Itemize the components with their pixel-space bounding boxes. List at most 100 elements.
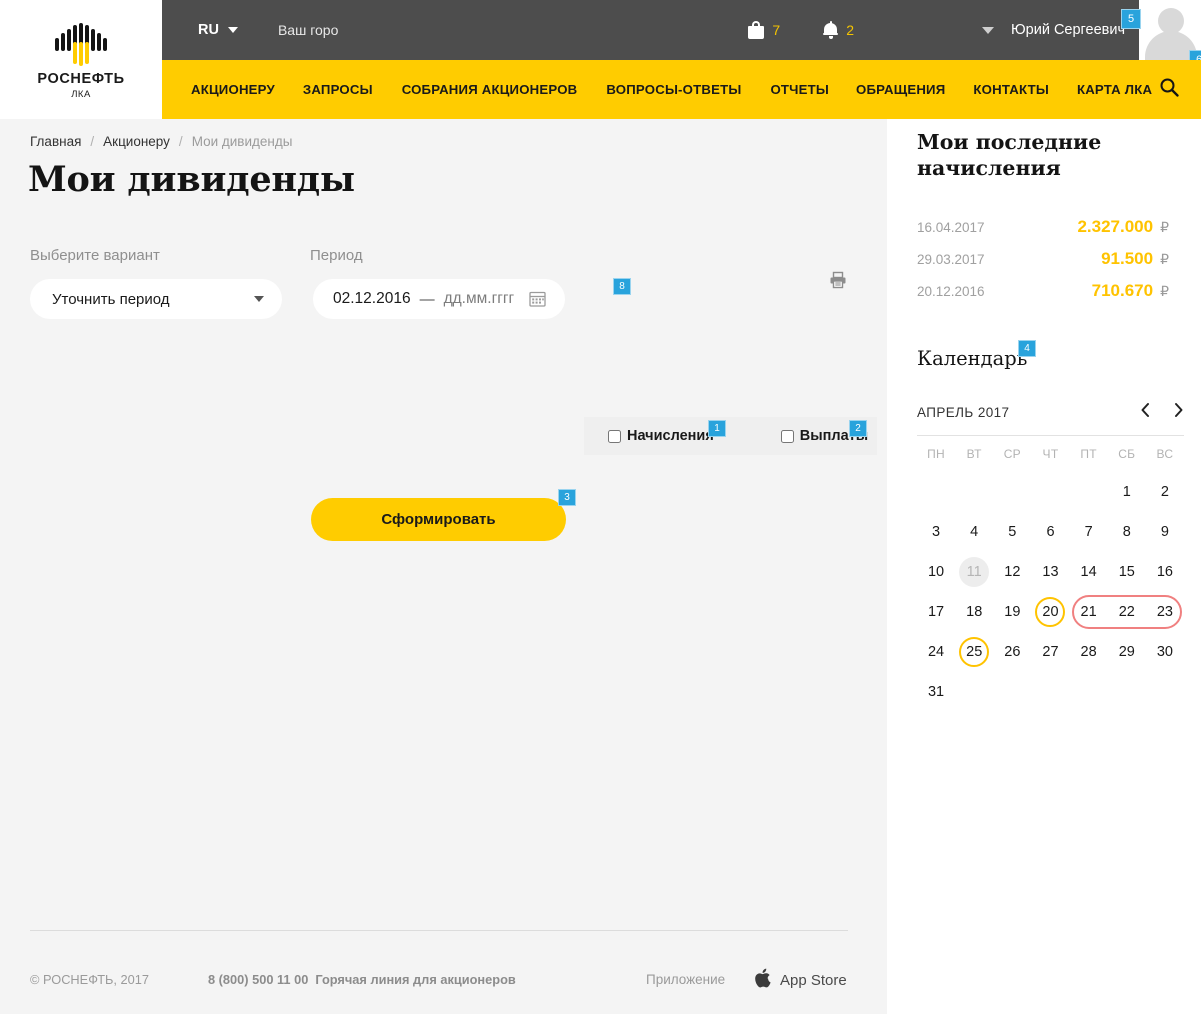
breadcrumb-current: Мои дивиденды	[191, 134, 293, 149]
nav-item-0[interactable]: АКЦИОНЕРУ	[191, 82, 275, 97]
calendar-day[interactable]: 6	[1031, 512, 1069, 552]
footer-hotline: Горячая линия для акционеров	[315, 972, 516, 987]
accruals-title: Мои последние начисления	[917, 130, 1102, 181]
calendar-day-number: 19	[1004, 604, 1021, 620]
calendar-dow: СБ	[1118, 447, 1136, 461]
calendar-day[interactable]: 16	[1146, 552, 1184, 592]
calendar-dow-row: ПН ВТ СР ЧТ ПТ СБ ВС	[917, 436, 1184, 472]
breadcrumb-separator: /	[178, 134, 183, 149]
calendar-day-number: 24	[927, 644, 945, 660]
calendar-day[interactable]: 13	[1031, 552, 1069, 592]
calendar-day-number: 5	[1008, 524, 1017, 540]
calendar-day[interactable]: 30	[1146, 632, 1184, 672]
accrual-date: 29.03.2017	[917, 251, 985, 267]
calendar-day[interactable]: 17	[917, 592, 955, 632]
calendar-day[interactable]: 18	[955, 592, 993, 632]
calendar-day[interactable]: 22	[1108, 592, 1146, 632]
badge-1: 1	[708, 420, 726, 437]
nav-item-2[interactable]: СОБРАНИЯ АКЦИОНЕРОВ	[402, 82, 578, 97]
bell-icon	[823, 21, 839, 39]
type-filter-panel: Начисления Выплаты	[584, 417, 877, 455]
calendar-day-number: 7	[1084, 524, 1093, 540]
nav-item-3[interactable]: ВОПРОСЫ-ОТВЕТЫ	[606, 82, 741, 97]
app-store-link[interactable]: App Store	[754, 968, 847, 993]
generate-button[interactable]: Сформировать	[311, 498, 566, 541]
apple-icon	[754, 968, 771, 993]
app-store-label: App Store	[780, 972, 847, 989]
calendar-day-number: 4	[970, 524, 979, 540]
calendar-day[interactable]: 12	[993, 552, 1031, 592]
notifications-button[interactable]: 2	[823, 21, 854, 39]
footer-copyright: © РОСНЕФТЬ, 2017	[30, 972, 150, 987]
calendar-day[interactable]: 29	[1108, 632, 1146, 672]
calendar-day[interactable]: 8	[1108, 512, 1146, 552]
variant-select[interactable]: Уточнить период	[30, 279, 282, 319]
chevron-left-icon[interactable]	[1140, 402, 1151, 423]
calendar-header: АПРЕЛЬ 2017	[917, 397, 1184, 427]
breadcrumb-level2[interactable]: Акционеру	[103, 134, 170, 149]
nav-item-6[interactable]: КОНТАКТЫ	[973, 82, 1049, 97]
basket-button[interactable]: 7	[748, 21, 780, 39]
accrual-row[interactable]: 16.04.2017 2.327.000 ₽	[917, 211, 1169, 243]
calendar-widget: АПРЕЛЬ 2017 ПН ВТ СР ЧТ ПТ СБ ВС 1 2 3 4 5 6 7 8 9 10 11…	[917, 397, 1184, 712]
currency-symbol: ₽	[1160, 282, 1169, 299]
date-to-placeholder[interactable]: дд.мм.гггг	[444, 290, 515, 308]
date-from[interactable]: 02.12.2016	[333, 290, 411, 308]
calendar-day-number: 30	[1156, 644, 1173, 660]
calendar-day[interactable]: 31	[917, 672, 955, 712]
calendar-month-label: АПРЕЛЬ 2017	[917, 404, 1010, 420]
calendar-day-number: 28	[1080, 644, 1097, 660]
calendar-day-number: 23	[1156, 604, 1173, 620]
footer-phone[interactable]: 8 (800) 500 11 00	[208, 972, 308, 987]
calendar-day[interactable]: 2	[1146, 472, 1184, 512]
accrual-row[interactable]: 20.12.2016 710.670 ₽	[917, 275, 1169, 307]
calendar-day-number: 31	[927, 684, 945, 700]
badge-5: 5	[1121, 9, 1141, 29]
logo[interactable]: РОСНЕФТЬ ЛКА	[0, 0, 162, 119]
calendar-day[interactable]: 14	[1070, 552, 1108, 592]
calendar-day[interactable]: 28	[1070, 632, 1108, 672]
nav-item-1[interactable]: ЗАПРОСЫ	[303, 82, 373, 97]
search-icon[interactable]	[1159, 77, 1179, 102]
logo-wordmark: РОСНЕФТЬ	[37, 70, 125, 87]
calendar-day[interactable]: 11	[955, 552, 993, 592]
badge-3: 3	[558, 489, 576, 506]
calendar-day[interactable]: 5	[993, 512, 1031, 552]
calendar-day[interactable]: 7	[1070, 512, 1108, 552]
calendar-day[interactable]: 25	[955, 632, 993, 672]
calendar-day[interactable]: 10	[917, 552, 955, 592]
city-selector[interactable]: Ваш горо	[278, 22, 338, 38]
calendar-day[interactable]: 27	[1031, 632, 1069, 672]
main-navigation: АКЦИОНЕРУ ЗАПРОСЫ СОБРАНИЯ АКЦИОНЕРОВ ВО…	[162, 60, 1201, 119]
calendar-day[interactable]: 24	[917, 632, 955, 672]
language-label: RU	[198, 22, 219, 38]
calendar-day[interactable]: 3	[917, 512, 955, 552]
calendar-day[interactable]: 15	[1108, 552, 1146, 592]
accrual-date: 16.04.2017	[917, 219, 985, 235]
printer-icon[interactable]	[829, 271, 847, 294]
accrual-row[interactable]: 29.03.2017 91.500 ₽	[917, 243, 1169, 275]
nav-item-5[interactable]: ОБРАЩЕНИЯ	[856, 82, 945, 97]
calendar-title: Календарь	[917, 347, 1028, 370]
date-range-input[interactable]: 02.12.2016 — дд.мм.гггг	[313, 279, 565, 319]
calendar-day[interactable]: 26	[993, 632, 1031, 672]
calendar-day[interactable]: 21	[1070, 592, 1108, 632]
calendar-day[interactable]: 19	[993, 592, 1031, 632]
checkbox-accruals-input[interactable]	[608, 429, 621, 443]
nav-item-4[interactable]: ОТЧЕТЫ	[770, 82, 829, 97]
calendar-day[interactable]: 1	[1108, 472, 1146, 512]
checkbox-accruals[interactable]: Начисления	[608, 428, 714, 444]
language-switcher[interactable]: RU	[198, 22, 238, 38]
breadcrumb-home[interactable]: Главная	[30, 134, 81, 149]
calendar-day[interactable]: 4	[955, 512, 993, 552]
calendar-day[interactable]: 20	[1031, 592, 1069, 632]
calendar-day[interactable]: 23	[1146, 592, 1184, 632]
calendar-day[interactable]: 9	[1146, 512, 1184, 552]
calendar-icon[interactable]	[529, 290, 546, 312]
calendar-day-number: 27	[1042, 644, 1059, 660]
nav-item-7[interactable]: КАРТА ЛКА	[1077, 82, 1152, 97]
user-name[interactable]: Юрий Сергеевич	[1011, 22, 1125, 38]
chevron-down-icon[interactable]	[982, 26, 994, 34]
checkbox-payouts-input[interactable]	[780, 429, 794, 443]
chevron-right-icon[interactable]	[1173, 402, 1184, 423]
